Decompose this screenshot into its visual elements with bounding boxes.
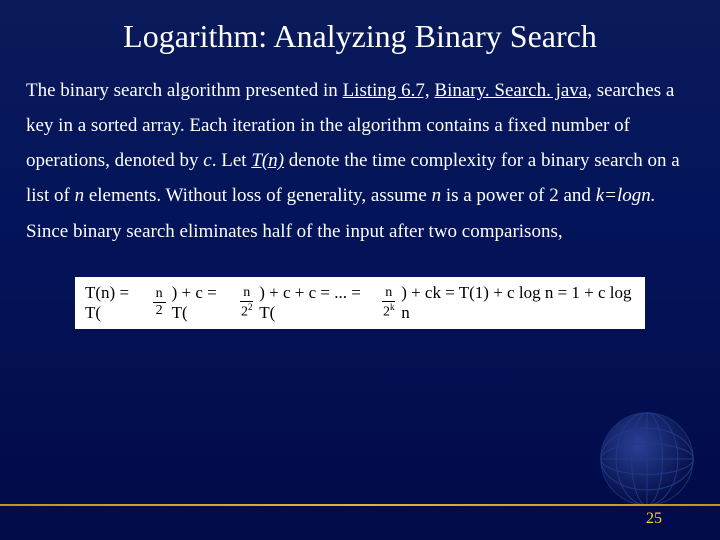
denominator: 2 (156, 303, 163, 318)
numerator: n (240, 286, 253, 302)
equation-box: T(n) = T( n 2 ) + c = T( n 22 ) + c + c … (75, 277, 645, 329)
globe-icon (592, 404, 702, 514)
file-link: Binary. Search. java (434, 80, 587, 101)
fraction: n 2 (153, 287, 166, 318)
var-c: c (203, 150, 211, 171)
listing-link: Listing 6.7, (343, 80, 430, 101)
var-klogn: k=logn. (596, 185, 656, 206)
eq-part: ) + c = T( (172, 283, 235, 323)
slide-title: Logarithm: Analyzing Binary Search (0, 0, 720, 65)
denominator: 2k (383, 302, 395, 320)
eq-part: T(n) = T( (85, 283, 147, 323)
denominator: 22 (241, 302, 253, 320)
var-n: n (75, 185, 85, 206)
fraction: n 22 (240, 286, 253, 320)
fraction: n 2k (382, 286, 395, 320)
footer-divider (0, 504, 720, 506)
text: is a power of 2 and (441, 185, 596, 206)
page-number: 25 (646, 510, 662, 528)
body-paragraph: The binary search algorithm presented in… (0, 65, 720, 249)
den-exp: 2 (248, 302, 253, 312)
den-base: 2 (383, 305, 390, 320)
den-base: 2 (241, 305, 248, 320)
numerator: n (382, 286, 395, 302)
text: Since binary search eliminates half of t… (26, 221, 563, 242)
eq-part: ) + c + c = ... = T( (259, 283, 376, 323)
eq-part: ) + ck = T(1) + c log n = 1 + c log n (401, 283, 635, 323)
den-exp: k (390, 302, 395, 312)
var-n: n (432, 185, 442, 206)
text: . Let (212, 150, 252, 171)
numerator: n (153, 287, 166, 303)
text: The binary search algorithm presented in (26, 80, 343, 101)
text: elements. Without loss of generality, as… (84, 185, 432, 206)
var-tn: T(n) (251, 150, 284, 171)
